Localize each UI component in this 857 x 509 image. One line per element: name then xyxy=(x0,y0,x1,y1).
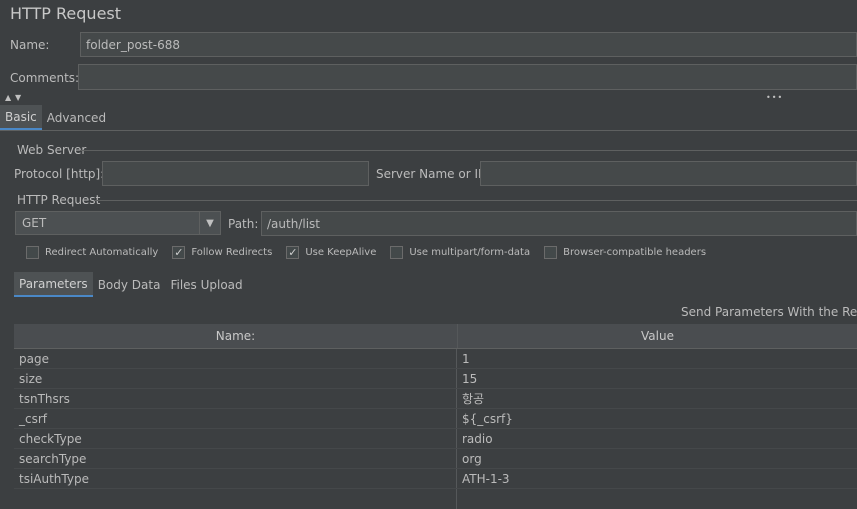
redirect-automatically-label: Redirect Automatically xyxy=(45,247,159,258)
send-parameters-label: Send Parameters With the Reques xyxy=(681,305,857,319)
table-row[interactable]: page 1 xyxy=(14,349,857,369)
table-row[interactable]: tsnThsrs 항공 xyxy=(14,389,857,409)
name-field[interactable]: folder_post-688 xyxy=(80,32,857,57)
method-select[interactable]: GET ▼ xyxy=(15,211,221,235)
param-value[interactable]: radio xyxy=(457,429,857,448)
table-row-empty xyxy=(14,489,857,509)
empty-cell xyxy=(14,489,457,509)
param-value[interactable]: 1 xyxy=(457,349,857,368)
empty-cell xyxy=(457,489,857,509)
tab-basic[interactable]: Basic xyxy=(0,105,42,130)
param-name[interactable]: page xyxy=(14,349,457,368)
collapse-down-icon[interactable]: ▼ xyxy=(15,93,21,102)
use-multipart-label: Use multipart/form-data xyxy=(409,247,531,258)
options-row: Redirect Automatically ✓ Follow Redirect… xyxy=(26,246,720,259)
table-row[interactable]: searchType org xyxy=(14,449,857,469)
column-header-value[interactable]: Value xyxy=(458,324,857,348)
web-server-divider xyxy=(80,150,857,151)
method-value: GET xyxy=(22,216,47,230)
parameters-table: Name: Value page 1 size 15 tsnThsrs 항공 _… xyxy=(14,324,857,509)
redirect-automatically-option[interactable]: Redirect Automatically xyxy=(26,246,158,259)
use-keepalive-label: Use KeepAlive xyxy=(305,247,377,258)
server-field[interactable] xyxy=(480,161,857,186)
protocol-label: Protocol [http]: xyxy=(14,167,105,181)
use-multipart-option[interactable]: Use multipart/form-data xyxy=(390,246,530,259)
http-request-legend: HTTP Request xyxy=(17,193,101,207)
checkmark-icon[interactable]: ✓ xyxy=(286,246,300,259)
table-row[interactable]: _csrf ${_csrf} xyxy=(14,409,857,429)
param-name[interactable]: tsiAuthType xyxy=(14,469,457,488)
checkbox-icon[interactable] xyxy=(390,246,404,259)
table-header: Name: Value xyxy=(14,324,857,349)
web-server-legend: Web Server xyxy=(17,143,87,157)
param-name[interactable]: _csrf xyxy=(14,409,457,428)
param-value[interactable]: ATH-1-3 xyxy=(457,469,857,488)
panel-title: HTTP Request xyxy=(10,4,122,23)
sub-tabs: Parameters Body Data Files Upload xyxy=(14,272,248,297)
collapse-up-icon[interactable]: ▲ xyxy=(5,93,11,102)
splitter-bar[interactable]: ▲ ▼ ••• xyxy=(0,93,857,104)
table-row[interactable]: tsiAuthType ATH-1-3 xyxy=(14,469,857,489)
chevron-down-icon[interactable]: ▼ xyxy=(199,212,220,234)
param-value[interactable]: ${_csrf} xyxy=(457,409,857,428)
param-value[interactable]: 15 xyxy=(457,369,857,388)
protocol-field[interactable] xyxy=(102,161,369,186)
param-name[interactable]: size xyxy=(14,369,457,388)
param-name[interactable]: tsnThsrs xyxy=(14,389,457,408)
browser-compatible-option[interactable]: Browser-compatible headers xyxy=(544,246,706,259)
path-field[interactable]: /auth/list xyxy=(261,211,857,236)
table-row[interactable]: size 15 xyxy=(14,369,857,389)
top-tabs: Basic Advanced xyxy=(0,105,111,130)
checkmark-icon[interactable]: ✓ xyxy=(172,246,186,259)
tab-advanced[interactable]: Advanced xyxy=(42,105,111,130)
follow-redirects-option[interactable]: ✓ Follow Redirects xyxy=(172,246,272,259)
checkbox-icon[interactable] xyxy=(544,246,558,259)
browser-compatible-label: Browser-compatible headers xyxy=(563,247,707,258)
more-icon[interactable]: ••• xyxy=(766,93,783,102)
use-keepalive-option[interactable]: ✓ Use KeepAlive xyxy=(286,246,376,259)
comments-label: Comments: xyxy=(10,71,80,85)
param-name[interactable]: searchType xyxy=(14,449,457,468)
tab-body-data[interactable]: Body Data xyxy=(93,272,166,297)
tabs-divider xyxy=(0,130,857,131)
table-row[interactable]: checkType radio xyxy=(14,429,857,449)
tab-files-upload[interactable]: Files Upload xyxy=(165,272,247,297)
http-request-divider xyxy=(94,200,857,201)
comments-field[interactable] xyxy=(78,64,857,90)
name-label: Name: xyxy=(10,38,50,52)
server-label: Server Name or IP: xyxy=(376,167,490,181)
follow-redirects-label: Follow Redirects xyxy=(191,247,273,258)
param-value[interactable]: 항공 xyxy=(457,389,857,408)
path-label: Path: xyxy=(228,217,259,231)
param-name[interactable]: checkType xyxy=(14,429,457,448)
tab-parameters[interactable]: Parameters xyxy=(14,272,93,297)
checkbox-icon[interactable] xyxy=(26,246,39,259)
param-value[interactable]: org xyxy=(457,449,857,468)
column-header-name[interactable]: Name: xyxy=(14,324,458,348)
